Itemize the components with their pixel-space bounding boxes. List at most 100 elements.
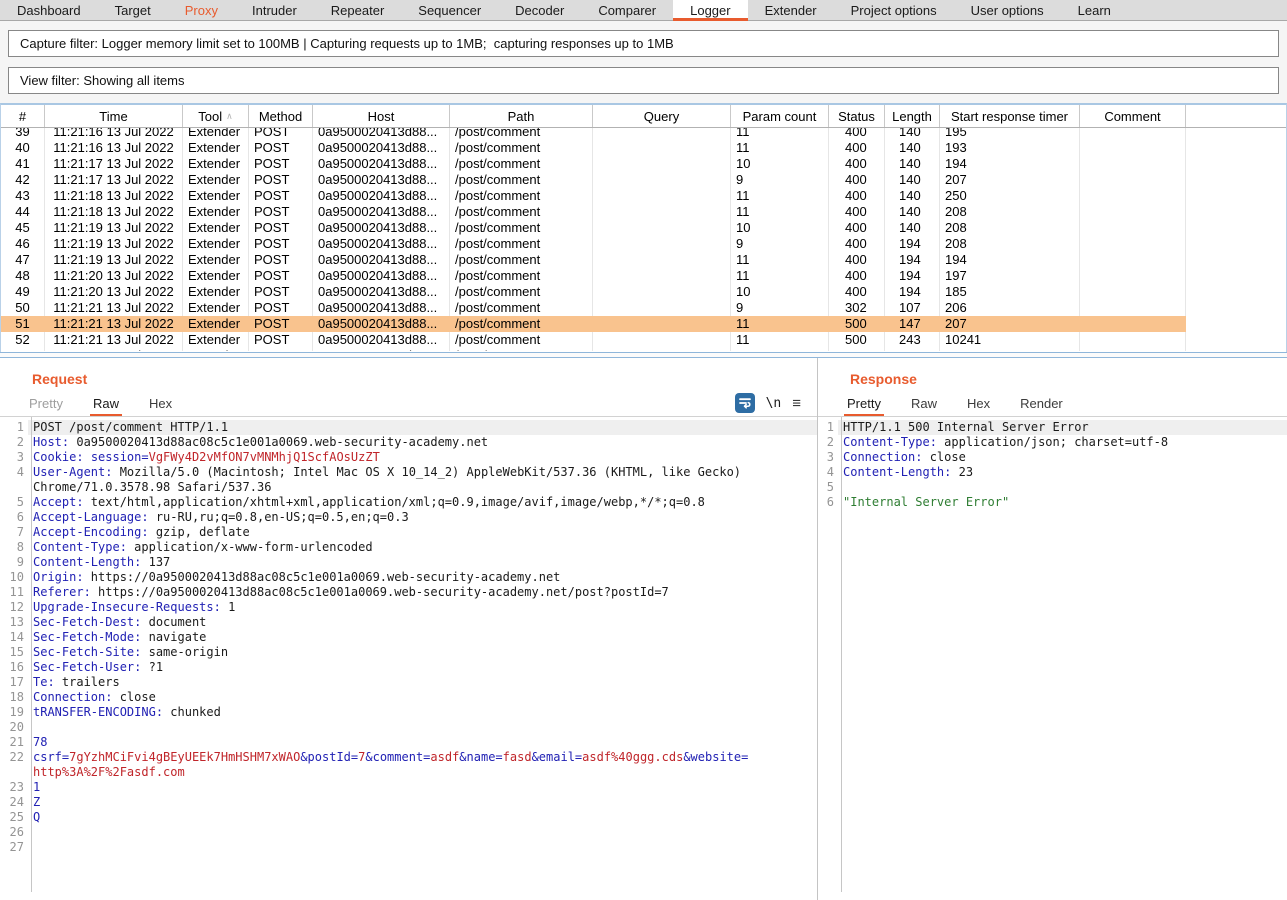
- column-header-start-response-timer[interactable]: Start response timer: [940, 105, 1080, 127]
- tab-comparer[interactable]: Comparer: [581, 0, 673, 20]
- cell-time-row-45: 11:21:19 13 Jul 2022: [45, 220, 183, 236]
- request-tab-pretty[interactable]: Pretty: [26, 390, 66, 416]
- log-row-40[interactable]: 4011:21:16 13 Jul 2022ExtenderPOST0a9500…: [1, 140, 1286, 156]
- column-header-comment[interactable]: Comment: [1080, 105, 1186, 127]
- tab-repeater[interactable]: Repeater: [314, 0, 401, 20]
- log-row-45[interactable]: 4511:21:19 13 Jul 2022ExtenderPOST0a9500…: [1, 220, 1286, 236]
- cell-tool-row-40: Extender: [183, 140, 249, 156]
- log-row-51[interactable]: 5111:21:21 13 Jul 2022ExtenderPOST0a9500…: [1, 316, 1286, 332]
- cell-length-row-53: 147: [885, 348, 940, 351]
- tab-target[interactable]: Target: [98, 0, 168, 20]
- column-header-time[interactable]: Time: [45, 105, 183, 127]
- cell-tool-row-49: Extender: [183, 284, 249, 300]
- log-table: #TimeTool∧MethodHostPathQueryParam count…: [0, 103, 1287, 352]
- cell-tool-row-53: Extender: [183, 348, 249, 351]
- column-header-status[interactable]: Status: [829, 105, 885, 127]
- request-line-number: 16: [0, 660, 28, 675]
- response-line-2: 2Content-Type: application/json; charset…: [818, 435, 1287, 450]
- column-label-length: Length: [892, 109, 932, 124]
- response-tab-pretty[interactable]: Pretty: [844, 390, 884, 416]
- column-header-path[interactable]: Path: [450, 105, 593, 127]
- log-row-43[interactable]: 4311:21:18 13 Jul 2022ExtenderPOST0a9500…: [1, 188, 1286, 204]
- response-tab-render[interactable]: Render: [1017, 390, 1066, 416]
- tab-decoder[interactable]: Decoder: [498, 0, 581, 20]
- request-tab-hex[interactable]: Hex: [146, 390, 175, 416]
- tab-sequencer[interactable]: Sequencer: [401, 0, 498, 20]
- cell-tool-row-43: Extender: [183, 188, 249, 204]
- cell-host-row-49: 0a9500020413d88...: [313, 284, 450, 300]
- request-line-number: 17: [0, 675, 28, 690]
- tab-dashboard[interactable]: Dashboard: [0, 0, 98, 20]
- response-line-code: Content-Type: application/json; charset=…: [838, 435, 1287, 450]
- log-row-41[interactable]: 4111:21:17 13 Jul 2022ExtenderPOST0a9500…: [1, 156, 1286, 172]
- log-row-50[interactable]: 5011:21:21 13 Jul 2022ExtenderPOST0a9500…: [1, 300, 1286, 316]
- log-row-48[interactable]: 4811:21:20 13 Jul 2022ExtenderPOST0a9500…: [1, 268, 1286, 284]
- prettify-icon[interactable]: [735, 393, 755, 413]
- cell-spacer-row-42: [1186, 172, 1286, 188]
- cell-param-count-row-49: 10: [731, 284, 829, 300]
- request-code-segment: &: [365, 750, 372, 764]
- column-header-query[interactable]: Query: [593, 105, 731, 127]
- request-tab-raw[interactable]: Raw: [90, 390, 122, 416]
- request-editor-lines: 1POST /post/comment HTTP/1.12Host: 0a950…: [0, 420, 817, 855]
- cell-status-row-47: 400: [829, 252, 885, 268]
- request-line-1: 1POST /post/comment HTTP/1.1: [0, 420, 817, 435]
- cell-timer-row-45: 208: [940, 220, 1080, 236]
- tab-project-options[interactable]: Project options: [834, 0, 954, 20]
- tab-extender[interactable]: Extender: [748, 0, 834, 20]
- tab-intruder[interactable]: Intruder: [235, 0, 314, 20]
- cell-timer-row-39: 195: [940, 128, 1080, 140]
- cell-status-row-51: 500: [829, 316, 885, 332]
- log-row-39[interactable]: 3911:21:16 13 Jul 2022ExtenderPOST0a9500…: [1, 128, 1286, 140]
- column-header-length[interactable]: Length: [885, 105, 940, 127]
- request-line-code: POST /post/comment HTTP/1.1: [28, 420, 817, 435]
- response-tab-hex[interactable]: Hex: [964, 390, 993, 416]
- log-row-44[interactable]: 4411:21:18 13 Jul 2022ExtenderPOST0a9500…: [1, 204, 1286, 220]
- request-code-segment: Accept:: [33, 495, 84, 509]
- tab-logger[interactable]: Logger: [673, 0, 747, 20]
- request-line-number: 5: [0, 495, 28, 510]
- response-line-number: 1: [818, 420, 838, 435]
- response-line-number: 2: [818, 435, 838, 450]
- response-tab-raw[interactable]: Raw: [908, 390, 940, 416]
- cell-id-row-47: 47: [1, 252, 45, 268]
- log-row-49[interactable]: 4911:21:20 13 Jul 2022ExtenderPOST0a9500…: [1, 284, 1286, 300]
- request-editor[interactable]: 1POST /post/comment HTTP/1.12Host: 0a950…: [0, 417, 817, 892]
- log-row-52[interactable]: 5211:21:21 13 Jul 2022ExtenderPOST0a9500…: [1, 332, 1286, 348]
- tab-learn[interactable]: Learn: [1061, 0, 1128, 20]
- request-line-25: 25Q: [0, 810, 817, 825]
- column-header-host[interactable]: Host: [313, 105, 450, 127]
- cell-query-row-44: [593, 204, 731, 220]
- capture-filter-bar[interactable]: Capture filter: Logger memory limit set …: [8, 30, 1279, 57]
- cell-length-row-43: 140: [885, 188, 940, 204]
- column-header-method[interactable]: Method: [249, 105, 313, 127]
- cell-comment-row-51: [1080, 316, 1186, 332]
- cell-tool-row-47: Extender: [183, 252, 249, 268]
- tab-proxy[interactable]: Proxy: [168, 0, 235, 20]
- cell-query-row-39: [593, 128, 731, 140]
- response-editor[interactable]: 1HTTP/1.1 500 Internal Server Error2Cont…: [818, 417, 1287, 892]
- view-filter-bar[interactable]: View filter: Showing all items: [8, 67, 1279, 94]
- request-code-segment: comment=: [373, 750, 431, 764]
- column-header-blank[interactable]: #: [1, 105, 45, 127]
- cell-length-row-45: 140: [885, 220, 940, 236]
- cell-comment-row-43: [1080, 188, 1186, 204]
- cell-method-row-51: POST: [249, 316, 313, 332]
- log-row-46[interactable]: 4611:21:19 13 Jul 2022ExtenderPOST0a9500…: [1, 236, 1286, 252]
- newline-toggle-icon[interactable]: \n: [766, 396, 782, 411]
- request-code-segment: 1: [221, 600, 235, 614]
- tab-user-options[interactable]: User options: [954, 0, 1061, 20]
- column-header-tool[interactable]: Tool∧: [183, 105, 249, 127]
- log-row-47[interactable]: 4711:21:19 13 Jul 2022ExtenderPOST0a9500…: [1, 252, 1286, 268]
- request-code-segment: ru-RU,ru;q=0.8,en-US;q=0.5,en;q=0.3: [149, 510, 409, 524]
- cell-tool-row-48: Extender: [183, 268, 249, 284]
- editor-menu-icon[interactable]: ≡: [792, 395, 801, 412]
- request-line-number: 9: [0, 555, 28, 570]
- column-header-param-count[interactable]: Param count: [731, 105, 829, 127]
- log-row-42[interactable]: 4211:21:17 13 Jul 2022ExtenderPOST0a9500…: [1, 172, 1286, 188]
- request-line-code: Accept-Language: ru-RU,ru;q=0.8,en-US;q=…: [28, 510, 817, 525]
- request-line-23: 231: [0, 780, 817, 795]
- log-row-53[interactable]: 5311:21:22 13 Jul 2022ExtenderPOST0a9500…: [1, 348, 1286, 351]
- cell-timer-row-49: 185: [940, 284, 1080, 300]
- cell-length-row-51: 147: [885, 316, 940, 332]
